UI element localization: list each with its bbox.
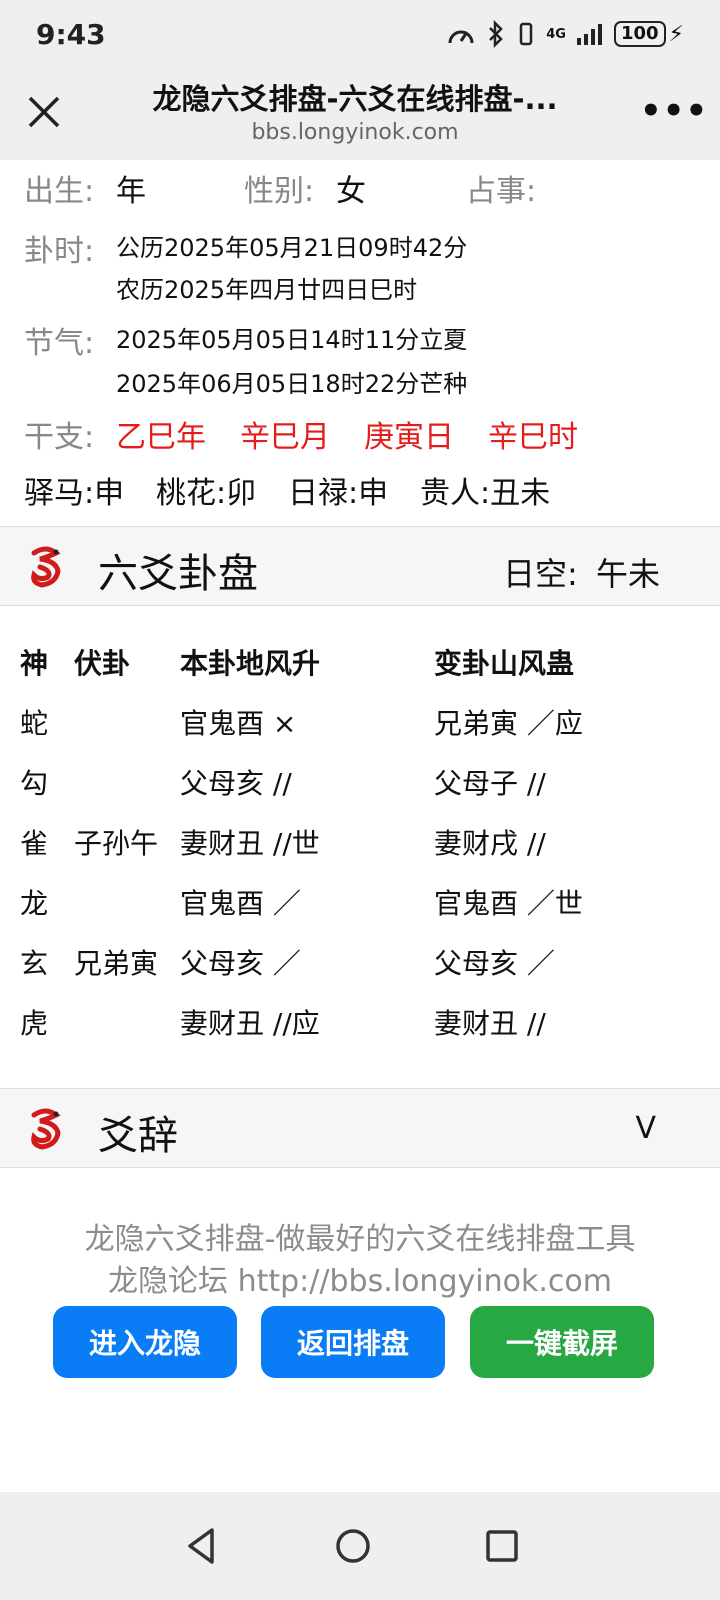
header-fu: 伏卦 bbox=[74, 647, 131, 680]
speedometer-icon bbox=[448, 30, 474, 44]
table-row-bian: 官鬼酉 ／世 bbox=[434, 887, 583, 920]
table-row-ben: 官鬼酉 × bbox=[180, 707, 297, 740]
solar-term-2: 2025年06月05日18时22分芒种 bbox=[116, 370, 468, 398]
star-yima: 驿马:申 bbox=[24, 476, 125, 511]
more-options-icon[interactable]: ••• bbox=[640, 94, 707, 134]
table-row-fu: 子孙午 bbox=[74, 827, 159, 860]
table-row-ben: 父母亥 ／ bbox=[180, 947, 301, 980]
header-bian: 变卦山风蛊 bbox=[434, 647, 575, 680]
table-row-bian: 父母亥 ／ bbox=[434, 947, 555, 980]
birth-label: 出生: bbox=[24, 174, 95, 209]
android-nav-bar bbox=[0, 1492, 720, 1600]
browser-page-title: 龙隐六爻排盘-六爻在线排盘-... bbox=[152, 82, 558, 116]
day-empty-label: 日空: bbox=[503, 555, 578, 593]
footer-forum-link[interactable]: 龙隐论坛 http://bbs.longyinok.com bbox=[0, 1256, 720, 1300]
header-ben: 本卦地风升 bbox=[180, 647, 321, 680]
status-bar: 9:43 4G 100 ⚡ bbox=[0, 0, 720, 68]
yaoci-section-title: 爻辞 bbox=[98, 1113, 178, 1159]
back-to-chart-button[interactable]: 返回排盘 bbox=[261, 1306, 445, 1378]
battery-level: 100 bbox=[613, 21, 666, 47]
status-icons: 4G 100 ⚡ bbox=[446, 20, 684, 48]
lunar-date: 农历2025年四月廿四日巳时 bbox=[116, 276, 418, 304]
star-taohua: 桃花:卯 bbox=[156, 476, 257, 511]
network-type: 4G bbox=[546, 26, 566, 42]
vibrate-icon bbox=[520, 22, 533, 46]
screenshot-button[interactable]: 一键截屏 bbox=[470, 1306, 654, 1378]
table-row-shen: 蛇 bbox=[20, 707, 49, 740]
table-row-bian: 妻财戌 // bbox=[434, 827, 546, 860]
bluetooth-icon bbox=[489, 20, 504, 48]
gua-section-title: 六爻卦盘 bbox=[98, 551, 258, 597]
table-row-bian: 兄弟寅 ／应 bbox=[434, 707, 583, 740]
close-icon[interactable] bbox=[22, 90, 66, 134]
battery-indicator: 100 ⚡ bbox=[613, 21, 684, 47]
table-row-fu: 兄弟寅 bbox=[74, 947, 159, 980]
status-time: 9:43 bbox=[36, 17, 106, 51]
day-empty: 日空: 午未 bbox=[503, 549, 660, 595]
recents-icon[interactable] bbox=[478, 1522, 526, 1570]
ganzhi-day: 庚寅日 bbox=[364, 420, 454, 455]
ganzhi-month: 辛巳月 bbox=[240, 420, 330, 455]
table-row-bian: 父母子 // bbox=[434, 767, 546, 800]
table-row-shen: 玄 bbox=[20, 947, 49, 980]
table-row-shen: 勾 bbox=[20, 767, 49, 800]
ganzhi-hour: 辛巳时 bbox=[488, 420, 578, 455]
home-icon[interactable] bbox=[329, 1522, 377, 1570]
dragon-logo-icon bbox=[31, 1108, 61, 1150]
term-label: 节气: bbox=[24, 326, 95, 361]
browser-header: 龙隐六爻排盘-六爻在线排盘-... bbs.longyinok.com ••• bbox=[0, 68, 720, 160]
footer-tagline: 龙隐六爻排盘-做最好的六爻在线排盘工具 bbox=[84, 1222, 636, 1257]
table-row-ben: 妻财丑 //应 bbox=[180, 1007, 320, 1040]
table-row-shen: 虎 bbox=[20, 1007, 49, 1040]
birth-value: 年 bbox=[116, 174, 146, 209]
gua-section-header: 六爻卦盘 日空: 午未 bbox=[0, 526, 720, 606]
table-row-shen: 雀 bbox=[20, 827, 49, 860]
solar-term-1: 2025年05月05日14时11分立夏 bbox=[116, 326, 468, 354]
day-empty-value: 午未 bbox=[595, 555, 660, 593]
dragon-logo-icon bbox=[31, 546, 61, 588]
signal-icon bbox=[576, 24, 602, 45]
star-guiren: 贵人:丑未 bbox=[420, 476, 551, 511]
table-row-bian: 妻财丑 // bbox=[434, 1007, 546, 1040]
enter-longyin-button[interactable]: 进入龙隐 bbox=[53, 1306, 237, 1378]
table-row-shen: 龙 bbox=[20, 887, 49, 920]
ganzhi-year: 乙巳年 bbox=[116, 420, 206, 455]
gender-value: 女 bbox=[336, 174, 366, 209]
charging-icon: ⚡ bbox=[668, 21, 684, 47]
ganzhi-label: 干支: bbox=[24, 420, 95, 455]
table-row-ben: 官鬼酉 ／ bbox=[180, 887, 301, 920]
table-row-ben: 妻财丑 //世 bbox=[180, 827, 320, 860]
star-rilu: 日禄:申 bbox=[288, 476, 389, 511]
browser-url: bbs.longyinok.com bbox=[251, 120, 459, 145]
time-label: 卦时: bbox=[24, 234, 95, 269]
solar-date: 公历2025年05月21日09时42分 bbox=[116, 234, 468, 262]
back-icon[interactable] bbox=[178, 1522, 226, 1570]
gender-label: 性别: bbox=[244, 174, 315, 209]
expand-toggle[interactable]: V bbox=[635, 1111, 656, 1146]
matter-label: 占事: bbox=[466, 174, 537, 209]
header-shen: 神 bbox=[20, 647, 49, 680]
yaoci-section-header[interactable]: 爻辞 V bbox=[0, 1088, 720, 1168]
table-row-ben: 父母亥 // bbox=[180, 767, 292, 800]
